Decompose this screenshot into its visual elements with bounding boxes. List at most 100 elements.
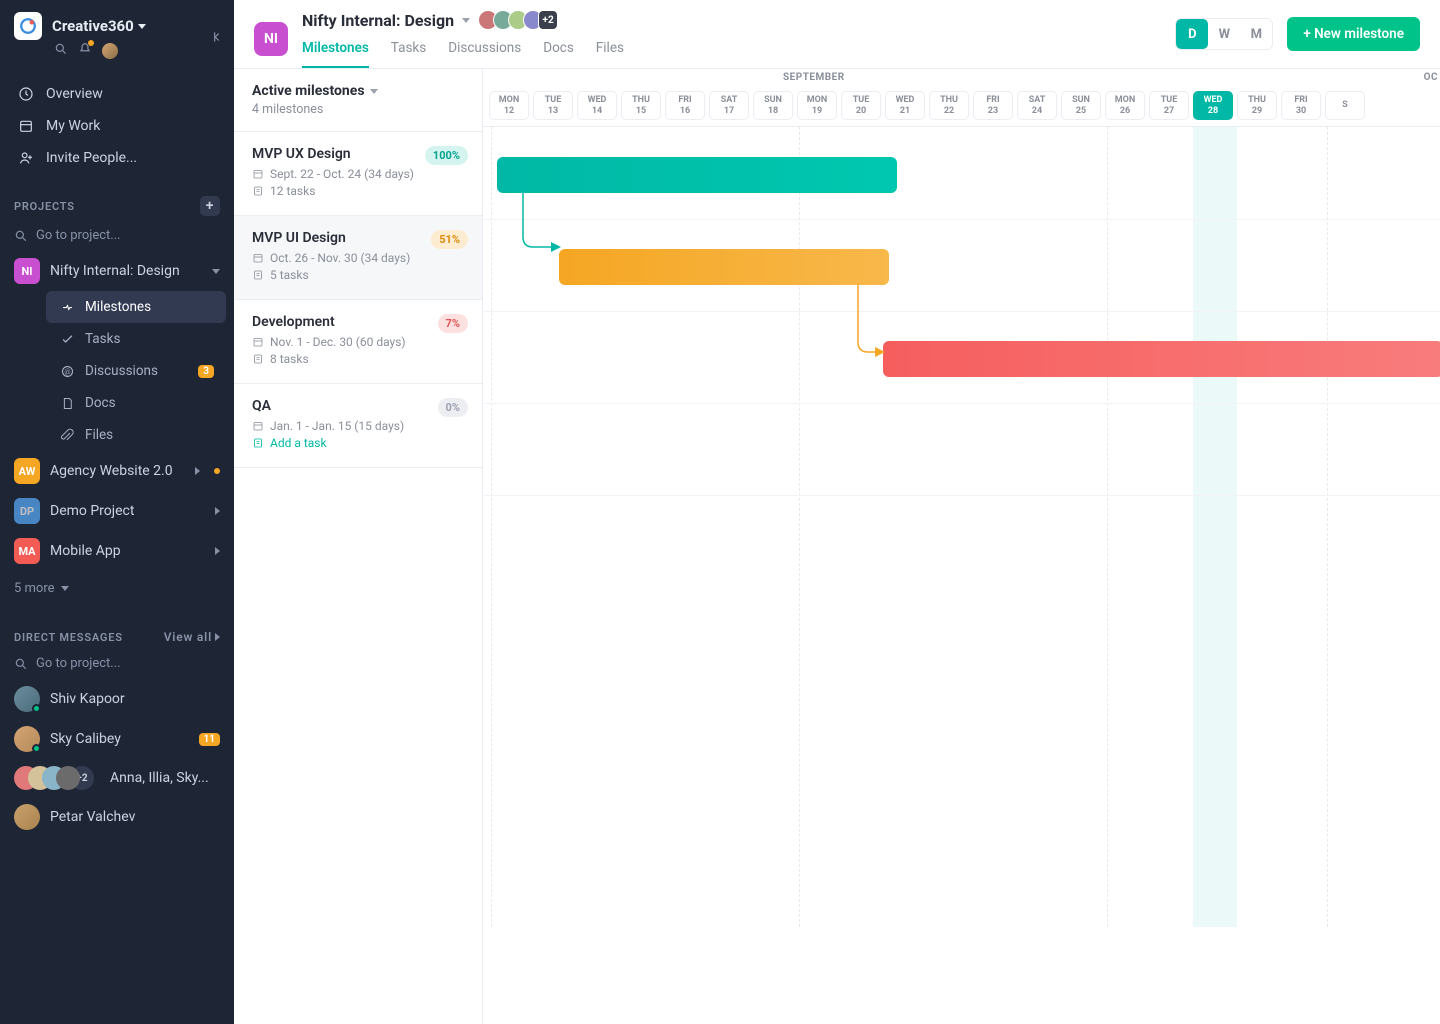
dm-name: Anna, Illia, Sky... bbox=[110, 770, 209, 786]
gantt-day-cell[interactable]: MON26 bbox=[1105, 91, 1145, 120]
chevron-right-icon bbox=[215, 507, 220, 515]
projects-search[interactable]: Go to project... bbox=[0, 224, 234, 251]
projects-more[interactable]: 5 more bbox=[0, 571, 234, 606]
gantt-day-cell[interactable]: SUN25 bbox=[1061, 91, 1101, 120]
gantt-day-cell[interactable]: SAT24 bbox=[1017, 91, 1057, 120]
gantt-day-cell[interactable]: FRI16 bbox=[665, 91, 705, 120]
chevron-right-icon bbox=[195, 467, 200, 475]
dm-item[interactable]: Sky Calibey 11 bbox=[0, 719, 234, 759]
unread-dot-icon bbox=[214, 468, 220, 474]
gantt-day-cell[interactable]: THU15 bbox=[621, 91, 661, 120]
subnav-tasks[interactable]: Tasks bbox=[46, 323, 226, 355]
nav-mywork-label: My Work bbox=[46, 118, 100, 134]
subnav-files[interactable]: Files bbox=[46, 419, 226, 451]
workspace-subheader bbox=[0, 42, 234, 72]
tab-files[interactable]: Files bbox=[596, 34, 624, 68]
project-name: Nifty Internal: Design bbox=[50, 263, 202, 279]
workspace-header[interactable]: Creative360 bbox=[0, 0, 234, 46]
project-item-agency[interactable]: AW Agency Website 2.0 bbox=[0, 451, 234, 491]
notifications-icon[interactable] bbox=[78, 42, 92, 60]
tab-tasks[interactable]: Tasks bbox=[391, 34, 426, 68]
milestone-name: Development bbox=[252, 314, 464, 330]
dm-unread-badge: 11 bbox=[199, 733, 220, 746]
new-milestone-button[interactable]: + New milestone bbox=[1287, 17, 1420, 51]
gantt-chart[interactable]: SEPTEMBER OC MON12TUE13WED14THU15FRI16SA… bbox=[483, 69, 1440, 1024]
milestone-item[interactable]: Development Nov. 1 - Dec. 30 (60 days) 8… bbox=[234, 300, 482, 384]
tab-docs[interactable]: Docs bbox=[543, 34, 574, 68]
collapse-sidebar-icon[interactable] bbox=[210, 30, 224, 48]
subnav-discussions[interactable]: @ Discussions 3 bbox=[46, 355, 226, 387]
dm-item-group[interactable]: +2 Anna, Illia, Sky... bbox=[0, 759, 234, 797]
dm-item[interactable]: Petar Valchev bbox=[0, 797, 234, 837]
member-avatars[interactable]: +2 bbox=[478, 10, 558, 30]
milestone-dates: Sept. 22 - Oct. 24 (34 days) bbox=[252, 167, 464, 181]
gantt-day-cell[interactable]: MON12 bbox=[489, 91, 529, 120]
milestones-panel: Active milestones 4 milestones MVP UX De… bbox=[234, 69, 483, 1024]
view-month-button[interactable]: M bbox=[1240, 19, 1272, 49]
gantt-body[interactable] bbox=[483, 127, 1440, 927]
dm-name: Sky Calibey bbox=[50, 731, 121, 747]
gantt-day-cell[interactable]: TUE20 bbox=[841, 91, 881, 120]
project-name: Demo Project bbox=[50, 503, 205, 519]
nav-overview-label: Overview bbox=[46, 86, 103, 102]
milestone-item[interactable]: MVP UI Design Oct. 26 - Nov. 30 (34 days… bbox=[234, 216, 482, 300]
project-item-demo[interactable]: DP Demo Project bbox=[0, 491, 234, 531]
milestones-header[interactable]: Active milestones 4 milestones bbox=[234, 69, 482, 132]
dms-search-placeholder: Go to project... bbox=[36, 656, 121, 671]
view-day-button[interactable]: D bbox=[1176, 19, 1208, 49]
search-icon[interactable] bbox=[54, 42, 68, 60]
gantt-bar-ui[interactable] bbox=[559, 249, 889, 285]
gantt-day-cell[interactable]: SUN18 bbox=[753, 91, 793, 120]
chevron-down-icon bbox=[370, 89, 378, 94]
milestones-count: 4 milestones bbox=[252, 102, 464, 117]
dm-name: Petar Valchev bbox=[50, 809, 135, 825]
tab-milestones[interactable]: Milestones bbox=[302, 34, 369, 68]
subnav-milestones[interactable]: Milestones bbox=[46, 291, 226, 323]
gantt-day-cell[interactable]: FRI30 bbox=[1281, 91, 1321, 120]
project-item-nifty[interactable]: NI Nifty Internal: Design bbox=[0, 251, 234, 291]
gantt-day-cell[interactable]: SAT17 bbox=[709, 91, 749, 120]
view-week-button[interactable]: W bbox=[1208, 19, 1240, 49]
workspace-name[interactable]: Creative360 bbox=[52, 17, 146, 35]
milestone-item[interactable]: QA Jan. 1 - Jan. 15 (15 days) Add a task… bbox=[234, 384, 482, 468]
topbar: NI Nifty Internal: Design +2 Milestones … bbox=[234, 0, 1440, 69]
project-tabs: Milestones Tasks Discussions Docs Files bbox=[302, 34, 624, 68]
chevron-right-icon bbox=[215, 547, 220, 555]
subnav-docs[interactable]: Docs bbox=[46, 387, 226, 419]
gantt-day-cell[interactable]: WED21 bbox=[885, 91, 925, 120]
chevron-down-icon[interactable] bbox=[462, 18, 470, 23]
milestone-tasks: 8 tasks bbox=[252, 352, 464, 366]
nav-overview[interactable]: Overview bbox=[8, 78, 226, 110]
subnav-docs-label: Docs bbox=[85, 395, 116, 411]
gantt-day-cell[interactable]: TUE13 bbox=[533, 91, 573, 120]
gantt-day-cell[interactable]: TUE27 bbox=[1149, 91, 1189, 120]
add-project-button[interactable]: + bbox=[200, 196, 220, 216]
dms-search[interactable]: Go to project... bbox=[0, 652, 234, 679]
gantt-bar-ux[interactable] bbox=[497, 157, 897, 193]
nav-mywork[interactable]: My Work bbox=[8, 110, 226, 142]
dms-viewall[interactable]: View all bbox=[164, 630, 220, 644]
milestone-percent: 7% bbox=[438, 314, 468, 333]
gantt-day-cell[interactable]: S bbox=[1325, 91, 1365, 120]
gantt-day-cell[interactable]: WED14 bbox=[577, 91, 617, 120]
gantt-day-cell[interactable]: THU29 bbox=[1237, 91, 1277, 120]
milestone-item[interactable]: MVP UX Design Sept. 22 - Oct. 24 (34 day… bbox=[234, 132, 482, 216]
project-avatar: AW bbox=[14, 458, 40, 484]
gantt-day-cell[interactable]: FRI23 bbox=[973, 91, 1013, 120]
gantt-day-cell[interactable]: MON19 bbox=[797, 91, 837, 120]
chevron-down-icon bbox=[212, 269, 220, 274]
gantt-day-cell[interactable]: THU22 bbox=[929, 91, 969, 120]
dm-item[interactable]: Shiv Kapoor bbox=[0, 679, 234, 719]
gantt-day-cell[interactable]: WED28 bbox=[1193, 91, 1233, 120]
milestone-dates: Oct. 26 - Nov. 30 (34 days) bbox=[252, 251, 464, 265]
project-title[interactable]: Nifty Internal: Design bbox=[302, 11, 454, 30]
project-name: Mobile App bbox=[50, 543, 205, 559]
project-item-mobile[interactable]: MA Mobile App bbox=[0, 531, 234, 571]
gantt-bar-dev[interactable] bbox=[883, 341, 1440, 377]
tab-discussions[interactable]: Discussions bbox=[448, 34, 521, 68]
add-task-link[interactable]: Add a task bbox=[252, 436, 464, 450]
chevron-down-icon bbox=[61, 586, 69, 591]
projects-search-placeholder: Go to project... bbox=[36, 228, 121, 243]
workspace-logo bbox=[14, 12, 42, 40]
nav-invite[interactable]: Invite People... bbox=[8, 142, 226, 174]
